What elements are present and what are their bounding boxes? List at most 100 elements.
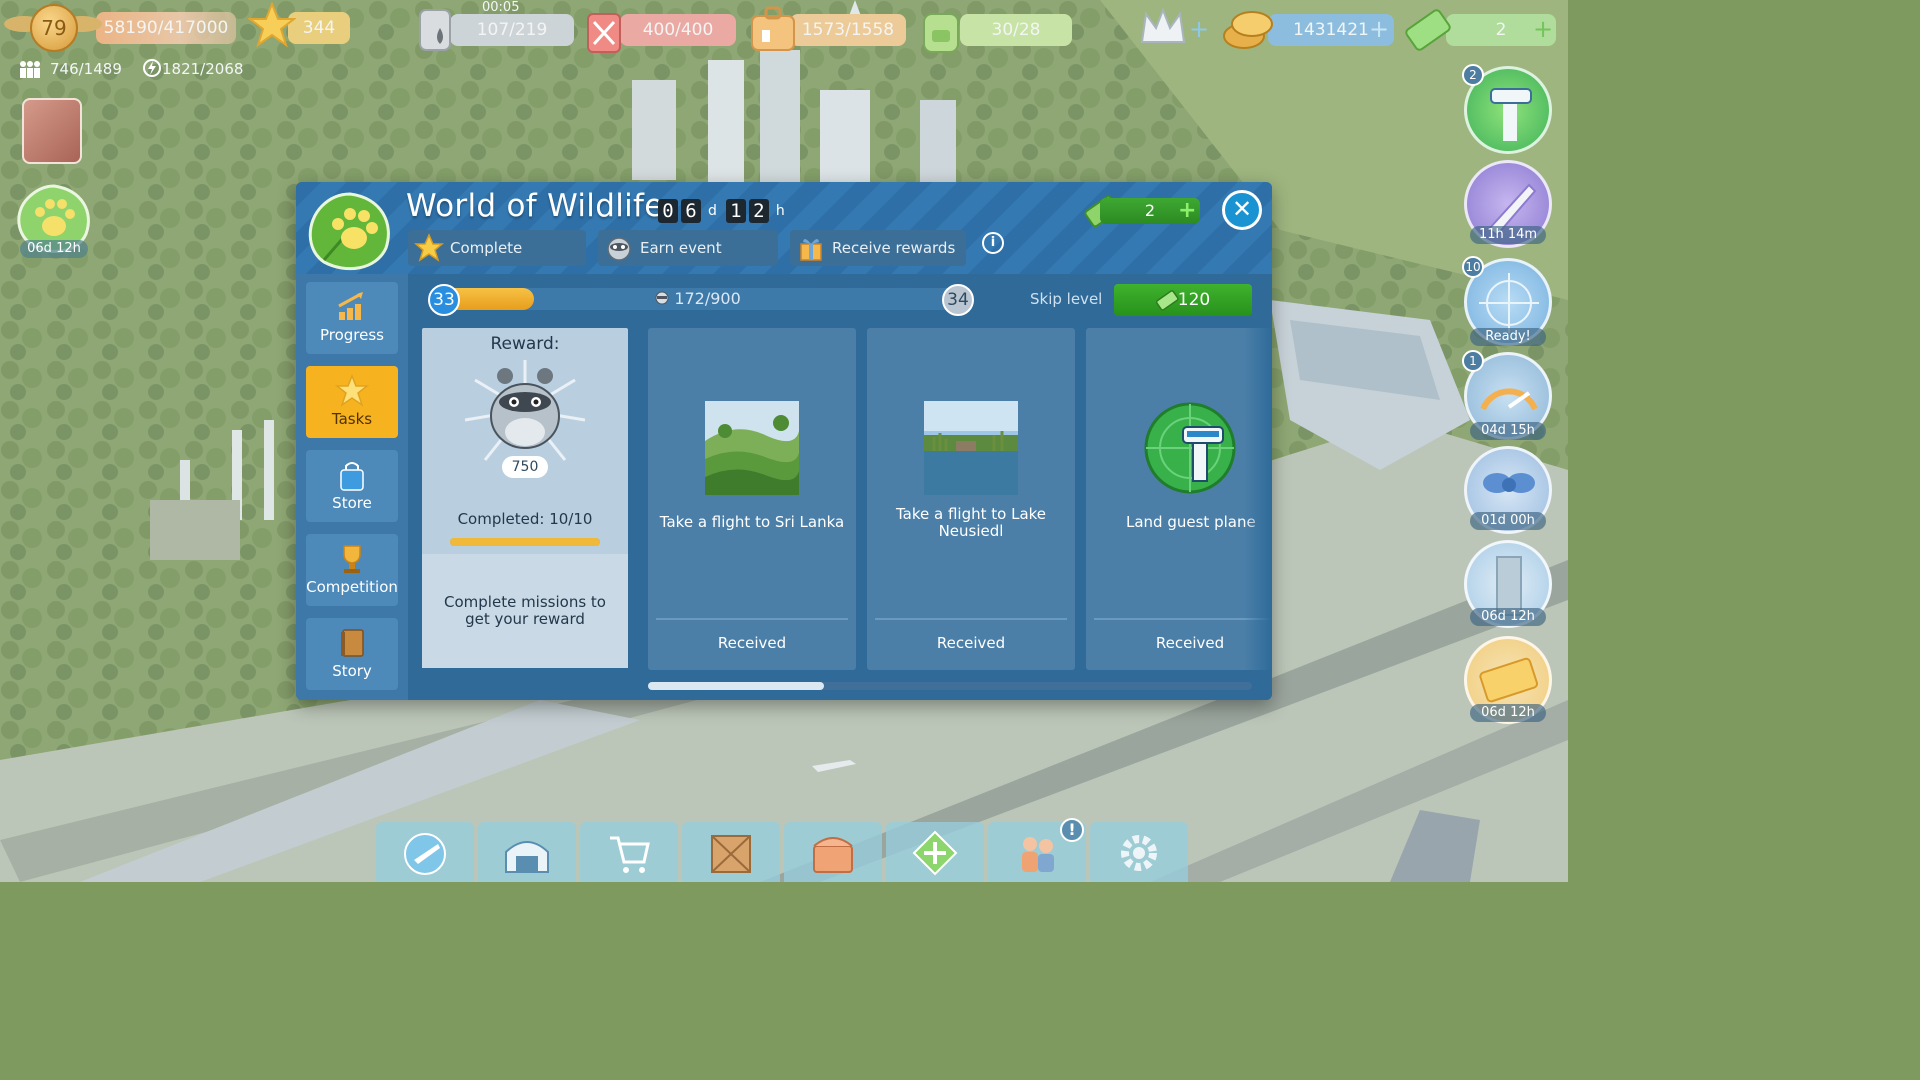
mission-card[interactable]: Take a flight to Sri Lanka Received: [648, 328, 856, 670]
coins-icon: [1223, 11, 1273, 49]
sidebar-item-label: Progress: [319, 326, 384, 344]
control-tower-icon: [1490, 88, 1532, 141]
event-cash-value: 2: [1144, 201, 1156, 220]
level-progress-bar: 172/900: [432, 288, 964, 310]
sidebar-item-story[interactable]: Story: [306, 618, 398, 690]
skip-level-label: Skip level: [1030, 290, 1103, 308]
dialog-header: World of Wildlife 0 6 d 1 2 h Complete m…: [296, 182, 1272, 293]
progress-arrow-icon: [338, 292, 363, 320]
reward-card: Reward: 750 Completed: 10/10 Complete mi…: [422, 328, 628, 668]
event-sidebar: Progress Tasks Store Competition Story: [296, 274, 408, 700]
trophy-icon: [343, 545, 361, 573]
build-diamond-icon: [912, 830, 958, 876]
timer-hour-digit: 2: [748, 199, 769, 223]
hangar-icon: [505, 841, 549, 873]
next-level-badge: 34: [942, 284, 974, 316]
cash-banknote-icon: [1155, 290, 1179, 311]
sidebar-item-label: Competition: [306, 578, 398, 596]
tasks-panel: 172/900 33 34 Skip level 120 Reward: 750…: [408, 274, 1272, 700]
speed-gauge-count: 1: [1462, 350, 1484, 372]
timer-hour-unit: h: [775, 203, 785, 219]
level-progress-value: 172/900: [674, 289, 741, 308]
shopping-cart-icon: [610, 836, 650, 873]
timer-day-digit: 0: [658, 199, 678, 223]
sidebar-item-competition[interactable]: Competition: [306, 534, 398, 606]
radar-status: Ready!: [1470, 328, 1546, 346]
reward-completion-fill: [450, 538, 600, 546]
book-icon: [341, 629, 364, 657]
cards-fade-edge: [1244, 328, 1272, 670]
sri-lanka-tea-hills-image: [705, 401, 799, 495]
timer-day-digit: 6: [681, 199, 701, 223]
toolbar-hangar-button[interactable]: [478, 822, 576, 882]
mission-divider: [875, 618, 1067, 620]
gear-icon: [1121, 835, 1157, 871]
shuttle-timer: 11h 14m: [1470, 226, 1546, 244]
sidebar-item-label: Story: [332, 662, 372, 680]
staff-people-icon: [1022, 837, 1054, 872]
ticket-timer: 06d 12h: [1470, 704, 1546, 722]
raccoon-currency-icon: [655, 291, 669, 305]
passengers-counter: 746/1489: [50, 60, 122, 78]
star-icon: [335, 374, 369, 407]
toolbar-crate-button[interactable]: [682, 822, 780, 882]
logbook-button[interactable]: [22, 98, 82, 164]
cards-scrollbar[interactable]: [648, 682, 1252, 690]
timer-day-unit: d: [708, 203, 717, 219]
backpack-icon: [923, 13, 959, 53]
reward-hint-text: Complete missions to get your reward: [444, 593, 606, 628]
star-icon: [414, 233, 444, 262]
close-button[interactable]: ✕: [1222, 190, 1262, 230]
energy-icon: [143, 59, 161, 77]
mission-card[interactable]: Take a flight to Lake Neusiedl Received: [867, 328, 1075, 670]
player-level-badge[interactable]: 79: [4, 2, 102, 52]
raccoon-reward-icon: [465, 360, 585, 461]
cards-scrollbar-thumb[interactable]: [648, 682, 824, 690]
mission-title: Take a flight to Sri Lanka: [659, 513, 845, 531]
sidebar-item-tasks[interactable]: Tasks: [306, 366, 398, 438]
lake-neusiedl-image: [924, 401, 1018, 495]
player-level: 79: [30, 4, 78, 52]
add-cash-plus-icon[interactable]: +: [1178, 200, 1196, 222]
sidebar-item-store[interactable]: Store: [306, 450, 398, 522]
mission-divider: [656, 618, 848, 620]
tab-label: Receive rewards: [832, 239, 956, 257]
reward-heading: Reward:: [490, 334, 560, 354]
toolbar-world-map-button[interactable]: [376, 822, 474, 882]
level-progress-text: 172/900: [432, 288, 964, 310]
toolbar-shop-button[interactable]: [580, 822, 678, 882]
gift-icon: [800, 238, 822, 261]
sidebar-item-progress[interactable]: Progress: [306, 282, 398, 354]
control-tower-count: 2: [1462, 64, 1484, 86]
fuel-barrel-icon: [419, 9, 451, 51]
tab-complete-missions[interactable]: Complete missions: [408, 230, 586, 293]
energy-counter: 1821/2068: [162, 60, 244, 78]
globe-plane-icon: [404, 833, 446, 875]
toolbar-build-button[interactable]: [886, 822, 984, 882]
info-button[interactable]: i: [982, 232, 1004, 254]
reward-completed-count: Completed: 10/10: [457, 510, 593, 528]
tab-earn-event-currency[interactable]: Earn event currency: [598, 230, 778, 293]
skip-level-cost: 120: [1177, 290, 1211, 310]
toolbar-settings-button[interactable]: [1090, 822, 1188, 882]
mission-status: Received: [717, 634, 787, 652]
treasure-chest-icon: [813, 837, 853, 873]
gift-box-timer: 01d 00h: [1470, 512, 1546, 530]
event-dialog: World of Wildlife 0 6 d 1 2 h Complete m…: [296, 182, 1272, 700]
toolbar-chest-button[interactable]: [784, 822, 882, 882]
reward-completion-bar: [450, 538, 600, 546]
speed-gauge-timer: 04d 15h: [1470, 422, 1546, 440]
timer-hour-digit: 1: [725, 199, 746, 223]
mission-status: Received: [936, 634, 1006, 652]
fuel-timer: 00:05: [482, 0, 520, 15]
cargo-case-icon: [751, 6, 795, 51]
tab-receive-rewards[interactable]: Receive rewards: [790, 230, 966, 266]
current-level-badge: 33: [428, 284, 460, 316]
radar-count: 10: [1462, 256, 1484, 278]
crown-icon[interactable]: [1138, 6, 1188, 48]
skip-level-button[interactable]: 120: [1114, 284, 1252, 316]
raccoon-icon: [607, 237, 631, 261]
wildlife-event-timer: 06d 12h: [20, 240, 88, 258]
shopping-bag-icon: [340, 462, 364, 491]
mission-title: Take a flight to Lake Neusiedl: [895, 505, 1047, 540]
